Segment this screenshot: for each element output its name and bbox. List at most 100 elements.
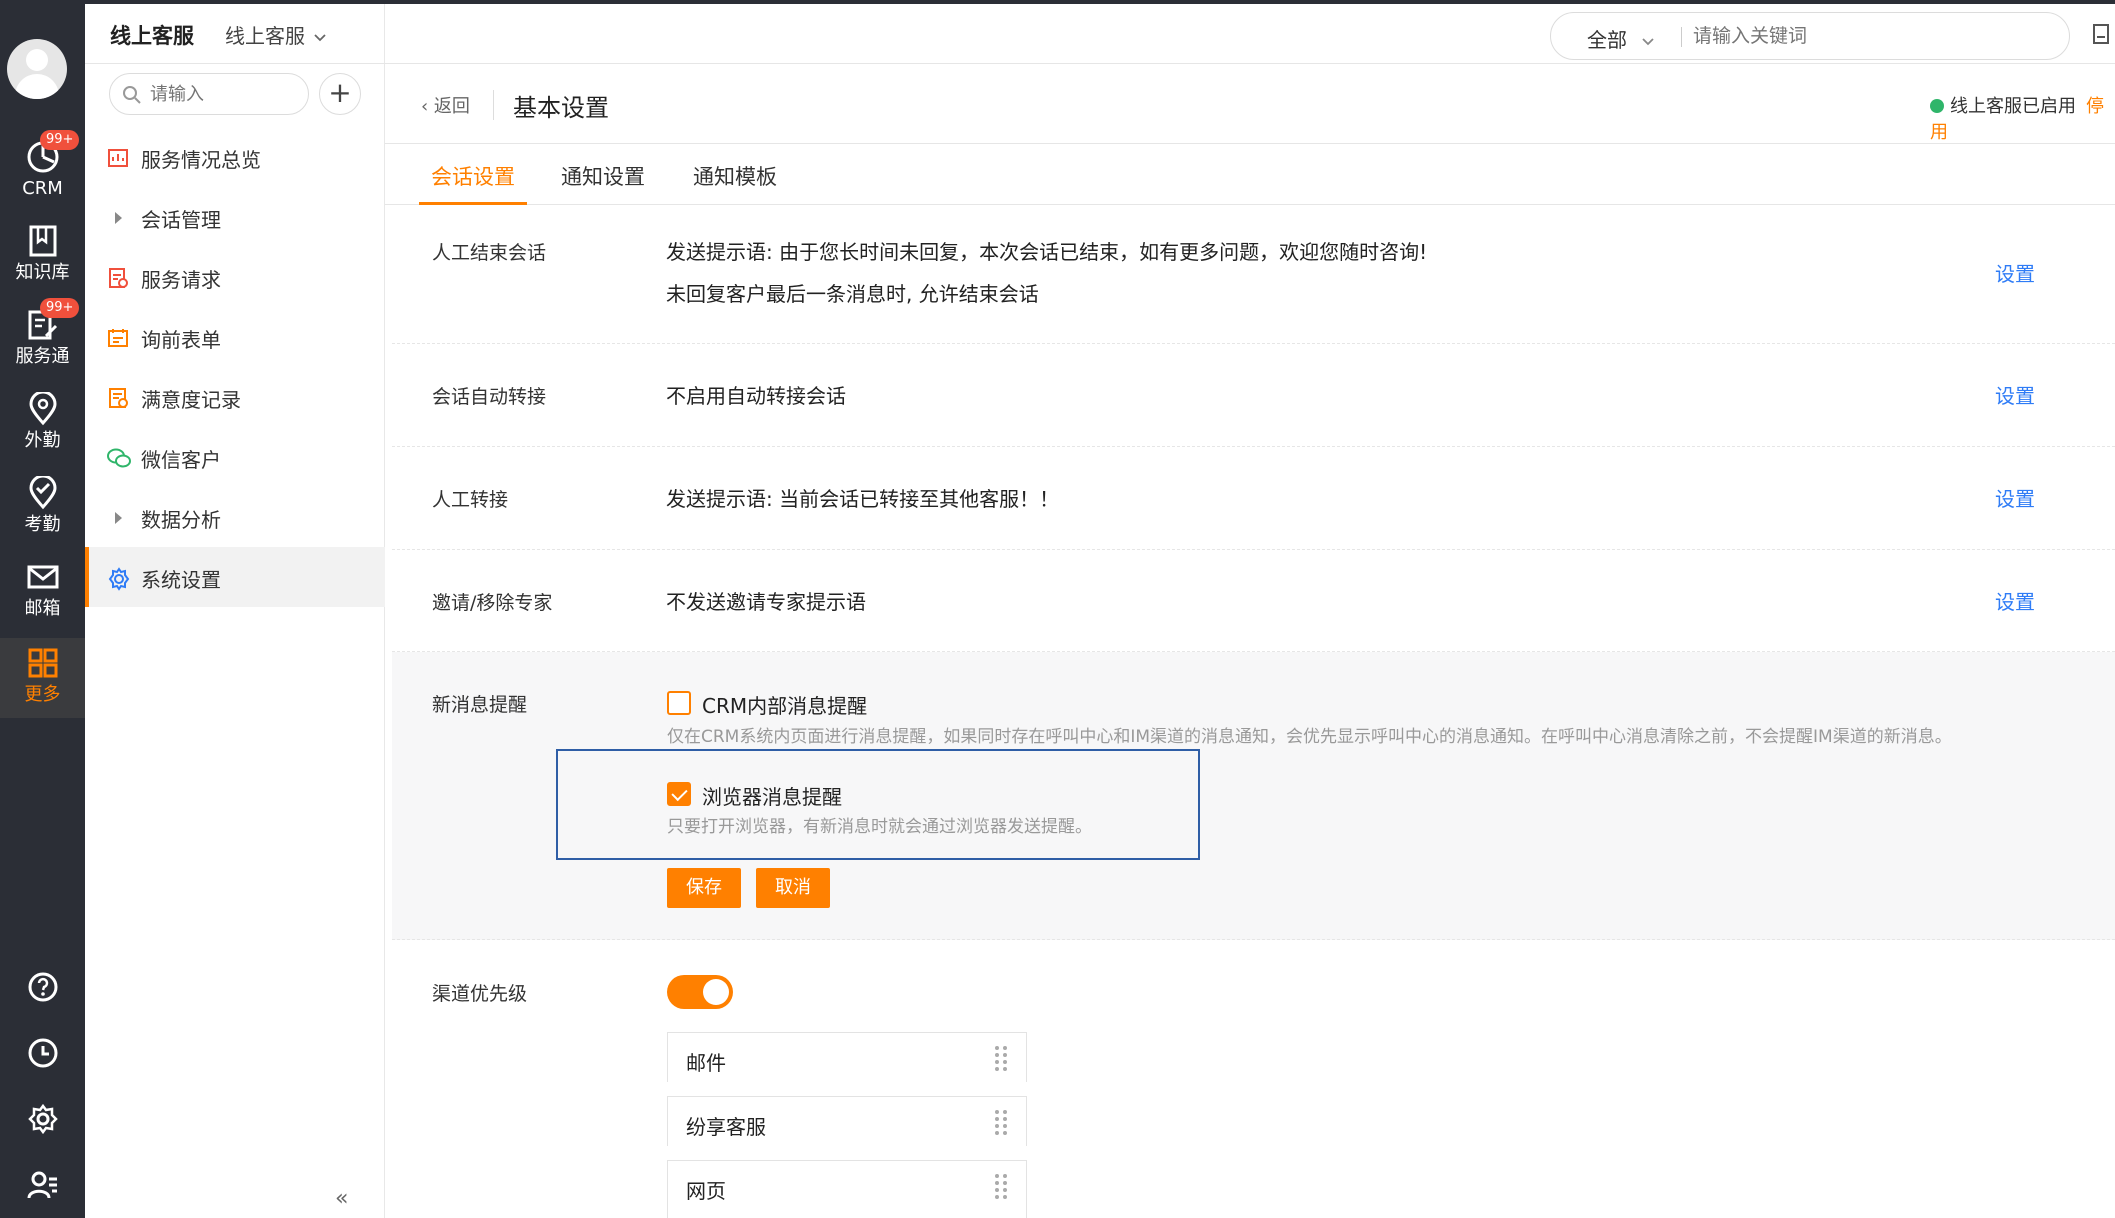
browser-reminder-focus-outline <box>556 749 1200 860</box>
book-icon <box>29 225 56 257</box>
tab-session-settings[interactable]: 会话设置 <box>431 161 515 191</box>
app-brand: 线上客服 <box>110 24 194 48</box>
global-search[interactable]: 全部 <box>1550 12 2070 60</box>
setting-row-expert: 邀请/移除专家 不发送邀请专家提示语 设置 <box>392 550 2115 652</box>
overview-icon <box>108 149 128 167</box>
header-divider <box>493 90 494 120</box>
rail-item-attendance[interactable]: 考勤 <box>0 468 85 548</box>
sidebar-item-wechat[interactable]: 微信客户 <box>85 427 385 487</box>
drag-handle-icon[interactable] <box>994 1045 1008 1071</box>
crm-reminder-checkbox[interactable] <box>667 691 691 715</box>
chevron-left-icon: ‹ <box>421 96 434 117</box>
service-status: 线上客服已启用 停用 <box>1930 92 2115 144</box>
setting-value: 发送提示语: 由于您长时间未回复，本次会话已结束，如有更多问题，欢迎您随时咨询! <box>666 240 1428 264</box>
channel-item[interactable]: 纷享客服 <box>667 1096 1027 1146</box>
setting-link-end-session[interactable]: 设置 <box>1995 258 2035 287</box>
user-list-button[interactable] <box>0 1160 85 1210</box>
cancel-button[interactable]: 取消 <box>756 868 830 908</box>
browser-reminder-label: 浏览器消息提醒 <box>702 785 842 809</box>
setting-row-end-session: 人工结束会话 发送提示语: 由于您长时间未回复，本次会话已结束，如有更多问题，欢… <box>392 206 2115 344</box>
plus-icon: + <box>328 76 352 109</box>
tab-notification-settings[interactable]: 通知设置 <box>561 161 645 191</box>
sidebar-item-requests[interactable]: 服务请求 <box>85 247 385 307</box>
rail-label: 更多 <box>24 684 61 705</box>
top-header: 全部 <box>385 4 2115 64</box>
back-label: 返回 <box>433 96 470 117</box>
crm-reminder-label: CRM内部消息提醒 <box>702 694 868 718</box>
sidebar-item-overview[interactable]: 服务情况总览 <box>85 127 385 187</box>
sidebar-item-preform[interactable]: 询前表单 <box>85 307 385 367</box>
setting-label: 邀请/移除专家 <box>432 592 553 614</box>
sidebar-item-label: 会话管理 <box>141 208 221 232</box>
browser-reminder-checkbox[interactable] <box>667 782 691 806</box>
document-icon[interactable] <box>2091 22 2113 46</box>
sidebar-item-label: 服务请求 <box>141 268 221 292</box>
collapse-sidebar-button[interactable]: « <box>335 1186 348 1211</box>
sidebar-item-label: 满意度记录 <box>141 388 241 412</box>
service-badge: 99+ <box>40 298 80 318</box>
satisfaction-icon <box>109 388 128 408</box>
sidebar-item-settings[interactable]: 系统设置 <box>85 547 385 607</box>
back-link[interactable]: ‹ 返回 <box>421 92 470 118</box>
user-avatar[interactable] <box>7 39 67 99</box>
sidebar-search-input[interactable] <box>150 82 300 106</box>
setting-link-manual-transfer[interactable]: 设置 <box>1995 483 2035 512</box>
search-scope-dropdown[interactable]: 全部 <box>1587 24 1655 53</box>
channel-item[interactable]: 网页 <box>667 1160 1027 1218</box>
setting-link-auto-transfer[interactable]: 设置 <box>1995 380 2035 409</box>
save-button[interactable]: 保存 <box>667 868 741 908</box>
request-icon <box>109 268 128 288</box>
rail-item-mail[interactable]: 邮箱 <box>0 552 85 632</box>
rail-item-more[interactable]: 更多 <box>0 638 85 718</box>
setting-row-manual-transfer: 人工转接 发送提示语: 当前会话已转接至其他客服！！ 设置 <box>392 447 2115 550</box>
add-button[interactable]: + <box>319 73 361 115</box>
sidebar-item-sessions[interactable]: 会话管理 <box>85 187 385 247</box>
search-divider <box>1681 27 1682 47</box>
sidebar-item-label: 询前表单 <box>141 328 221 352</box>
settings-gear-icon <box>27 1103 58 1135</box>
user-list-icon <box>27 1171 57 1199</box>
rail-item-field[interactable]: 外勤 <box>0 384 85 464</box>
tab-notification-templates[interactable]: 通知模板 <box>693 161 777 191</box>
setting-value-secondary: 未回复客户最后一条消息时, 允许结束会话 <box>666 282 1039 306</box>
form-icon <box>108 329 128 347</box>
settings-button[interactable] <box>0 1094 85 1144</box>
rail-item-service[interactable]: 99+ 服务通 <box>0 298 85 380</box>
setting-label: 人工转接 <box>432 489 509 511</box>
help-icon <box>28 972 57 1002</box>
check-circle-icon <box>28 476 57 510</box>
setting-value: 发送提示语: 当前会话已转接至其他客服！！ <box>666 487 1060 511</box>
status-check-icon <box>1930 99 1944 113</box>
location-pin-icon <box>28 392 57 426</box>
history-button[interactable] <box>0 1028 85 1078</box>
setting-row-auto-transfer: 会话自动转接 不启用自动转接会话 设置 <box>392 344 2115 447</box>
sidebar-search[interactable] <box>109 73 309 115</box>
clock-icon <box>28 1038 57 1068</box>
browser-reminder-desc: 只要打开浏览器，有新消息时就会通过浏览器发送提醒。 <box>667 817 1092 837</box>
setting-label: 会话自动转接 <box>432 386 547 408</box>
rail-label: CRM <box>22 178 63 199</box>
setting-link-expert[interactable]: 设置 <box>1995 586 2035 615</box>
drag-handle-icon[interactable] <box>994 1173 1008 1199</box>
sidebar-item-analytics[interactable]: 数据分析 <box>85 487 385 547</box>
setting-label-channel-priority: 渠道优先级 <box>432 983 528 1005</box>
rail-item-crm[interactable]: 99+ CRM <box>0 130 85 212</box>
global-search-input[interactable] <box>1693 23 2033 49</box>
drag-handle-icon[interactable] <box>994 1109 1008 1135</box>
channel-item[interactable]: 邮件 <box>667 1032 1027 1082</box>
rail-label: 考勤 <box>24 514 61 535</box>
channel-priority-toggle[interactable] <box>667 975 733 1009</box>
page-title: 基本设置 <box>513 94 609 122</box>
chevron-down-icon <box>1642 38 1654 46</box>
sidebar-item-label: 数据分析 <box>141 508 221 532</box>
module-selector-label: 线上客服 <box>225 24 305 48</box>
module-sidebar: 线上客服 + 服务情况总览 会话管理 服务请求 询前表单 <box>85 4 385 1218</box>
rail-item-knowledge[interactable]: 知识库 <box>0 216 85 296</box>
chevron-down-icon <box>314 34 326 42</box>
sidebar-item-satisfaction[interactable]: 满意度记录 <box>85 367 385 427</box>
setting-value: 不发送邀请专家提示语 <box>666 590 866 614</box>
help-button[interactable] <box>0 962 85 1012</box>
sidebar-item-label: 服务情况总览 <box>141 148 261 172</box>
module-selector-dropdown[interactable]: 线上客服 <box>225 20 327 49</box>
settings-tabs: 会话设置 通知设置 通知模板 <box>385 145 2115 205</box>
